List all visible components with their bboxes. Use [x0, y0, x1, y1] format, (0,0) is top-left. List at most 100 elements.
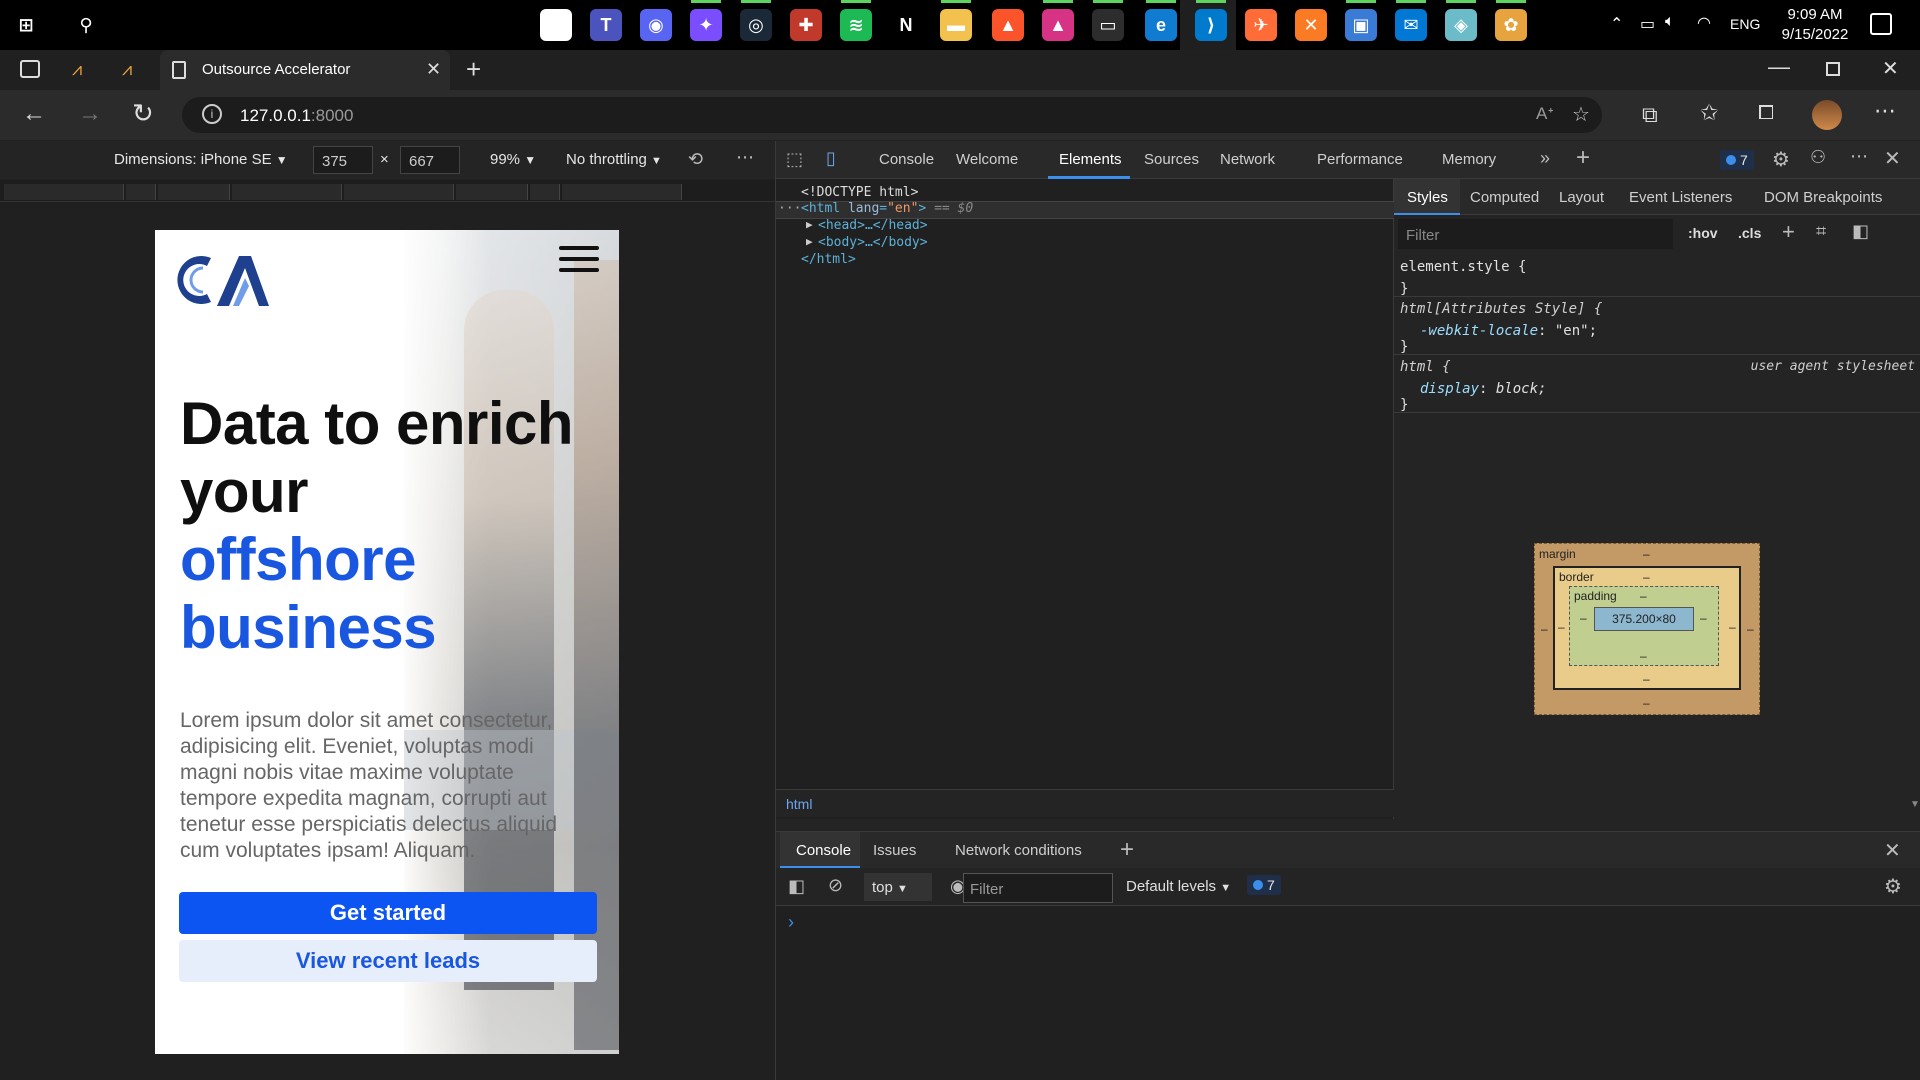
close-tab-icon[interactable]: ✕	[426, 59, 441, 80]
device-toolbar-icon[interactable]: ▯	[826, 148, 836, 169]
system-clock[interactable]: 9:09 AM 9/15/2022	[1770, 5, 1860, 45]
subtab-layout[interactable]: Layout	[1559, 189, 1604, 206]
inspect-element-icon[interactable]: ⬚	[786, 149, 803, 170]
pinned-tab-icon[interactable]: ⩘	[122, 59, 132, 80]
sidebar-toggle-icon[interactable]: ◧	[1852, 221, 1869, 242]
rule-declaration[interactable]: display: block;	[1400, 381, 1915, 397]
subtab-computed[interactable]: Computed	[1470, 189, 1539, 206]
expand-arrow-icon[interactable]: ▶	[806, 235, 813, 248]
tab-sources[interactable]: Sources	[1144, 151, 1199, 168]
close-window-icon[interactable]: ✕	[1882, 56, 1899, 81]
file-explorer-icon[interactable]: ▬	[940, 9, 972, 41]
context-select[interactable]: top ▼	[864, 873, 932, 901]
log-levels-select[interactable]: Default levels ▼	[1126, 878, 1231, 895]
hamburger-menu-icon[interactable]	[559, 246, 599, 276]
address-field[interactable]: i 127.0.0.1:8000 Aᐩ ☆	[182, 97, 1602, 133]
restore-icon[interactable]	[1826, 62, 1840, 76]
drawer-tab-issues[interactable]: Issues	[873, 842, 916, 859]
active-tab[interactable]: Outsource Accelerator ✕	[160, 50, 450, 90]
extensions-icon[interactable]: ⧉	[1642, 102, 1658, 128]
refresh-icon[interactable]: ↻	[132, 98, 154, 129]
minimize-icon[interactable]: —	[1768, 54, 1790, 80]
close-devtools-icon[interactable]: ✕	[1884, 146, 1901, 171]
html-node[interactable]: <html lang="en"> == $0	[801, 201, 973, 216]
class-toggle[interactable]: .cls	[1738, 225, 1761, 241]
tab-elements[interactable]: Elements	[1059, 151, 1122, 168]
breadcrumb-item[interactable]: html	[786, 796, 812, 812]
head-node[interactable]: <head>…</head>	[818, 218, 928, 233]
battery-icon[interactable]: ▭	[1640, 14, 1655, 34]
box-model-diagram[interactable]: margin – – – – border – – – – padding – …	[1534, 543, 1760, 715]
issues-badge[interactable]: 7	[1720, 150, 1754, 170]
collections-icon[interactable]: ⧠	[1758, 102, 1774, 125]
rule-selector[interactable]: element.style {	[1400, 259, 1915, 275]
customize-icon[interactable]: ⚇	[1810, 147, 1826, 168]
new-rule-icon[interactable]: +	[1782, 219, 1795, 245]
messenger-icon[interactable]: ✦	[690, 9, 722, 41]
console-sidebar-icon[interactable]: ◧	[788, 876, 805, 897]
tab-console[interactable]: Console	[879, 151, 934, 168]
node-actions-icon[interactable]: ···	[778, 201, 801, 216]
search-icon[interactable]: ⚲	[70, 9, 102, 41]
tab-network[interactable]: Network	[1220, 151, 1275, 168]
brave-icon[interactable]: ▲	[992, 9, 1024, 41]
language-indicator[interactable]: ENG	[1730, 16, 1760, 32]
tab-performance[interactable]: Performance	[1317, 151, 1403, 168]
console-settings-gear-icon[interactable]: ⚙	[1884, 874, 1902, 899]
subtab-event-listeners[interactable]: Event Listeners	[1629, 189, 1732, 206]
vscode-icon[interactable]: ⟩	[1195, 9, 1227, 41]
doctype-node[interactable]: <!DOCTYPE html>	[801, 185, 918, 200]
brave-alt-icon[interactable]: ▲	[1042, 9, 1074, 41]
throttling-select[interactable]: No throttling ▼	[566, 151, 662, 168]
settings-gear-icon[interactable]: ⚙	[1772, 147, 1790, 172]
back-icon[interactable]: ←	[22, 100, 46, 128]
view-recent-leads-button[interactable]: View recent leads	[179, 940, 597, 982]
console-filter-input[interactable]: Filter	[963, 873, 1113, 903]
media-query-ruler[interactable]	[0, 180, 775, 202]
steam-icon[interactable]: ◎	[740, 9, 772, 41]
notification-center-icon[interactable]	[1870, 13, 1892, 35]
read-aloud-icon[interactable]: Aᐩ	[1536, 104, 1554, 124]
add-tab-icon[interactable]: +	[1576, 144, 1590, 172]
start-icon[interactable]: ⊞	[10, 9, 42, 41]
drawer-tab-console[interactable]: Console	[796, 842, 851, 859]
console-issues-badge[interactable]: 7	[1247, 875, 1281, 895]
new-tab-icon[interactable]: +	[466, 54, 481, 85]
console-prompt[interactable]: ›	[788, 912, 794, 933]
width-input[interactable]: 375	[313, 146, 373, 174]
close-drawer-icon[interactable]: ✕	[1884, 838, 1901, 863]
edge-icon[interactable]: e	[1145, 9, 1177, 41]
chevron-up-icon[interactable]: ⌃	[1610, 14, 1623, 34]
game-app-icon[interactable]: ✚	[790, 9, 822, 41]
add-drawer-tab-icon[interactable]: +	[1120, 836, 1134, 864]
get-started-button[interactable]: Get started	[179, 892, 597, 934]
company-logo[interactable]	[173, 250, 273, 310]
evernote-icon[interactable]: ●	[540, 9, 572, 41]
subtab-styles[interactable]: Styles	[1407, 189, 1448, 206]
photos-icon[interactable]: ▣	[1345, 9, 1377, 41]
html-close-node[interactable]: </html>	[801, 252, 856, 267]
device-select[interactable]: Dimensions: iPhone SE ▼	[114, 151, 288, 168]
netflix-icon[interactable]: N	[890, 9, 922, 41]
site-info-icon[interactable]: i	[202, 104, 222, 124]
body-node[interactable]: <body>…</body>	[818, 235, 928, 250]
drawer-tab-network-conditions[interactable]: Network conditions	[955, 842, 1082, 859]
pinned-tab-icon[interactable]: ⩘	[72, 59, 82, 80]
tab-welcome[interactable]: Welcome	[956, 151, 1018, 168]
rotate-icon[interactable]: ⟲	[688, 149, 703, 170]
forward-icon[interactable]: →	[78, 100, 102, 128]
app-cube-icon[interactable]: ◈	[1445, 9, 1477, 41]
teams-icon[interactable]: T	[590, 9, 622, 41]
clear-console-icon[interactable]: ⊘	[828, 875, 843, 896]
hover-state-toggle[interactable]: :hov	[1688, 225, 1718, 241]
styles-filter-input[interactable]: Filter	[1398, 219, 1673, 249]
more-options-icon[interactable]: ⋯	[1874, 98, 1896, 124]
xampp-icon[interactable]: ✕	[1295, 9, 1327, 41]
rule-declaration[interactable]: -webkit-locale: "en";	[1400, 323, 1915, 339]
discord-icon[interactable]: ◉	[640, 9, 672, 41]
profile-avatar[interactable]	[1812, 100, 1842, 130]
more-tabs-icon[interactable]: »	[1540, 148, 1550, 169]
tab-actions-icon[interactable]	[20, 60, 40, 78]
paint-icon[interactable]: ✿	[1495, 9, 1527, 41]
height-input[interactable]: 667	[400, 146, 460, 174]
